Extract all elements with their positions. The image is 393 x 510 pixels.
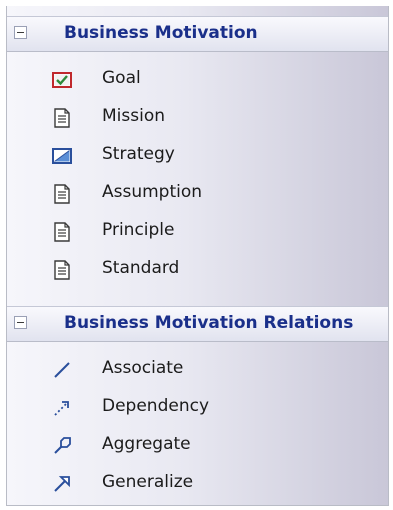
toolbox-item-label: Dependency <box>102 396 210 416</box>
toolbox-item-associate[interactable]: Associate <box>7 350 388 388</box>
toolbox-item-dependency[interactable]: Dependency <box>7 388 388 426</box>
toolbox-item-label: Aggregate <box>102 434 191 454</box>
collapse-icon[interactable] <box>14 26 27 39</box>
toolbox-panel: Business Motivation Goal Mission Strateg… <box>6 6 389 506</box>
toolbox-item-generalize[interactable]: Generalize <box>7 464 388 502</box>
toolbox-item-label: Standard <box>102 258 180 278</box>
toolbox-item-aggregate[interactable]: Aggregate <box>7 426 388 464</box>
associate-icon <box>52 360 72 380</box>
section-header-business-motivation[interactable]: Business Motivation <box>7 16 388 52</box>
toolbox-item-assumption[interactable]: Assumption <box>7 174 388 212</box>
toolbox-item-label: Strategy <box>102 144 175 164</box>
toolbox-item-label: Assumption <box>102 182 203 202</box>
document-icon <box>52 260 72 280</box>
toolbox-item-label: Mission <box>102 106 166 126</box>
collapse-icon[interactable] <box>14 316 27 329</box>
toolbox-item-label: Associate <box>102 358 184 378</box>
section-title: Business Motivation <box>64 23 258 43</box>
toolbox-item-goal[interactable]: Goal <box>7 60 388 98</box>
toolbox-item-mission[interactable]: Mission <box>7 98 388 136</box>
document-icon <box>52 222 72 242</box>
aggregate-icon <box>52 436 72 456</box>
strategy-icon <box>52 146 72 166</box>
toolbox-item-label: Goal <box>102 68 141 88</box>
document-icon <box>52 184 72 204</box>
dependency-icon <box>52 398 72 418</box>
generalize-icon <box>52 474 72 494</box>
section-title: Business Motivation Relations <box>64 313 354 333</box>
goal-icon <box>52 70 72 90</box>
toolbox-item-standard[interactable]: Standard <box>7 250 388 288</box>
toolbox-item-label: Principle <box>102 220 175 240</box>
section-header-business-motivation-relations[interactable]: Business Motivation Relations <box>7 306 388 342</box>
document-icon <box>52 108 72 128</box>
toolbox-item-strategy[interactable]: Strategy <box>7 136 388 174</box>
toolbox-item-principle[interactable]: Principle <box>7 212 388 250</box>
toolbox-item-label: Generalize <box>102 472 194 492</box>
